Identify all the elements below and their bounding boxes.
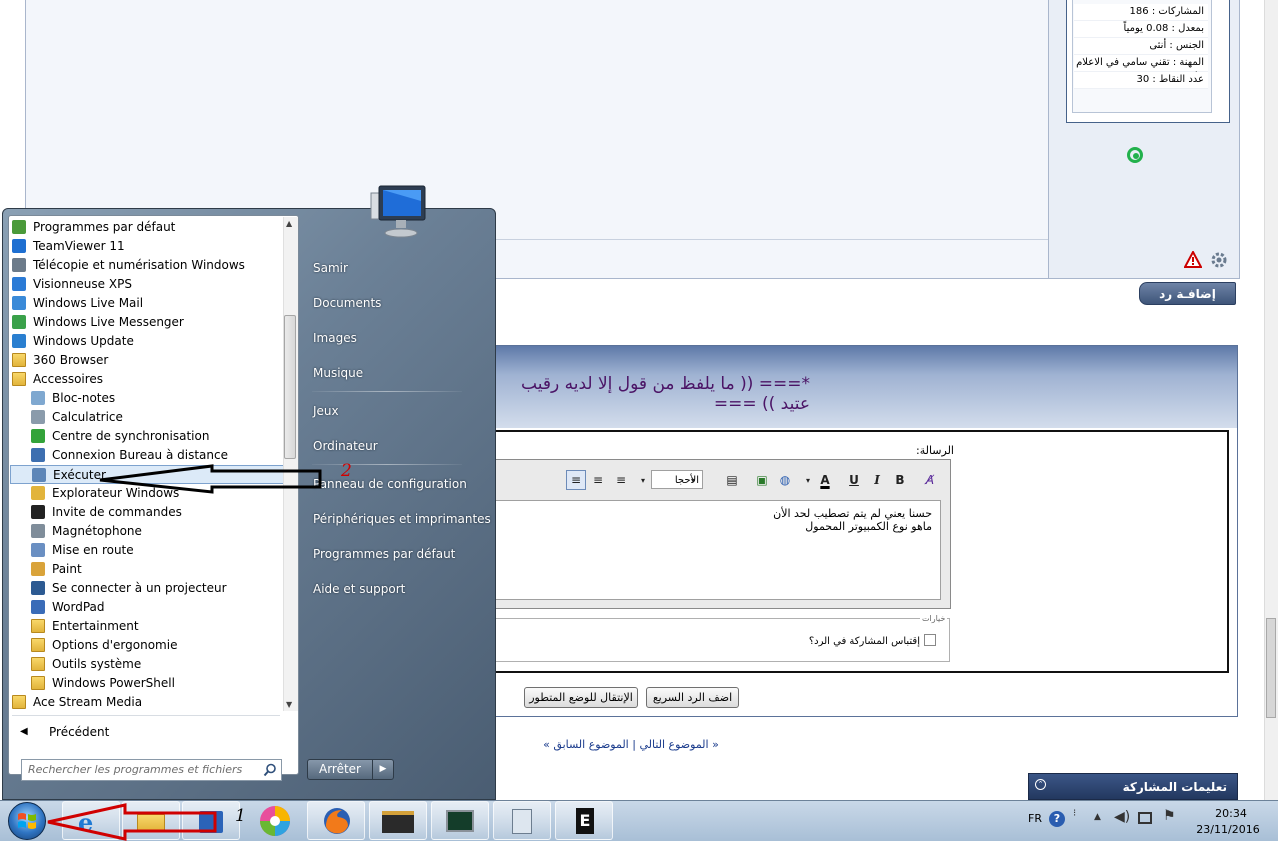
run-pointer-arrow — [99, 464, 322, 494]
annotation-step-1: 1 — [235, 806, 246, 826]
annotation-arrows — [47, 464, 322, 841]
annotation-step-2: 2 — [341, 461, 352, 481]
start-pointer-arrow — [47, 803, 217, 841]
